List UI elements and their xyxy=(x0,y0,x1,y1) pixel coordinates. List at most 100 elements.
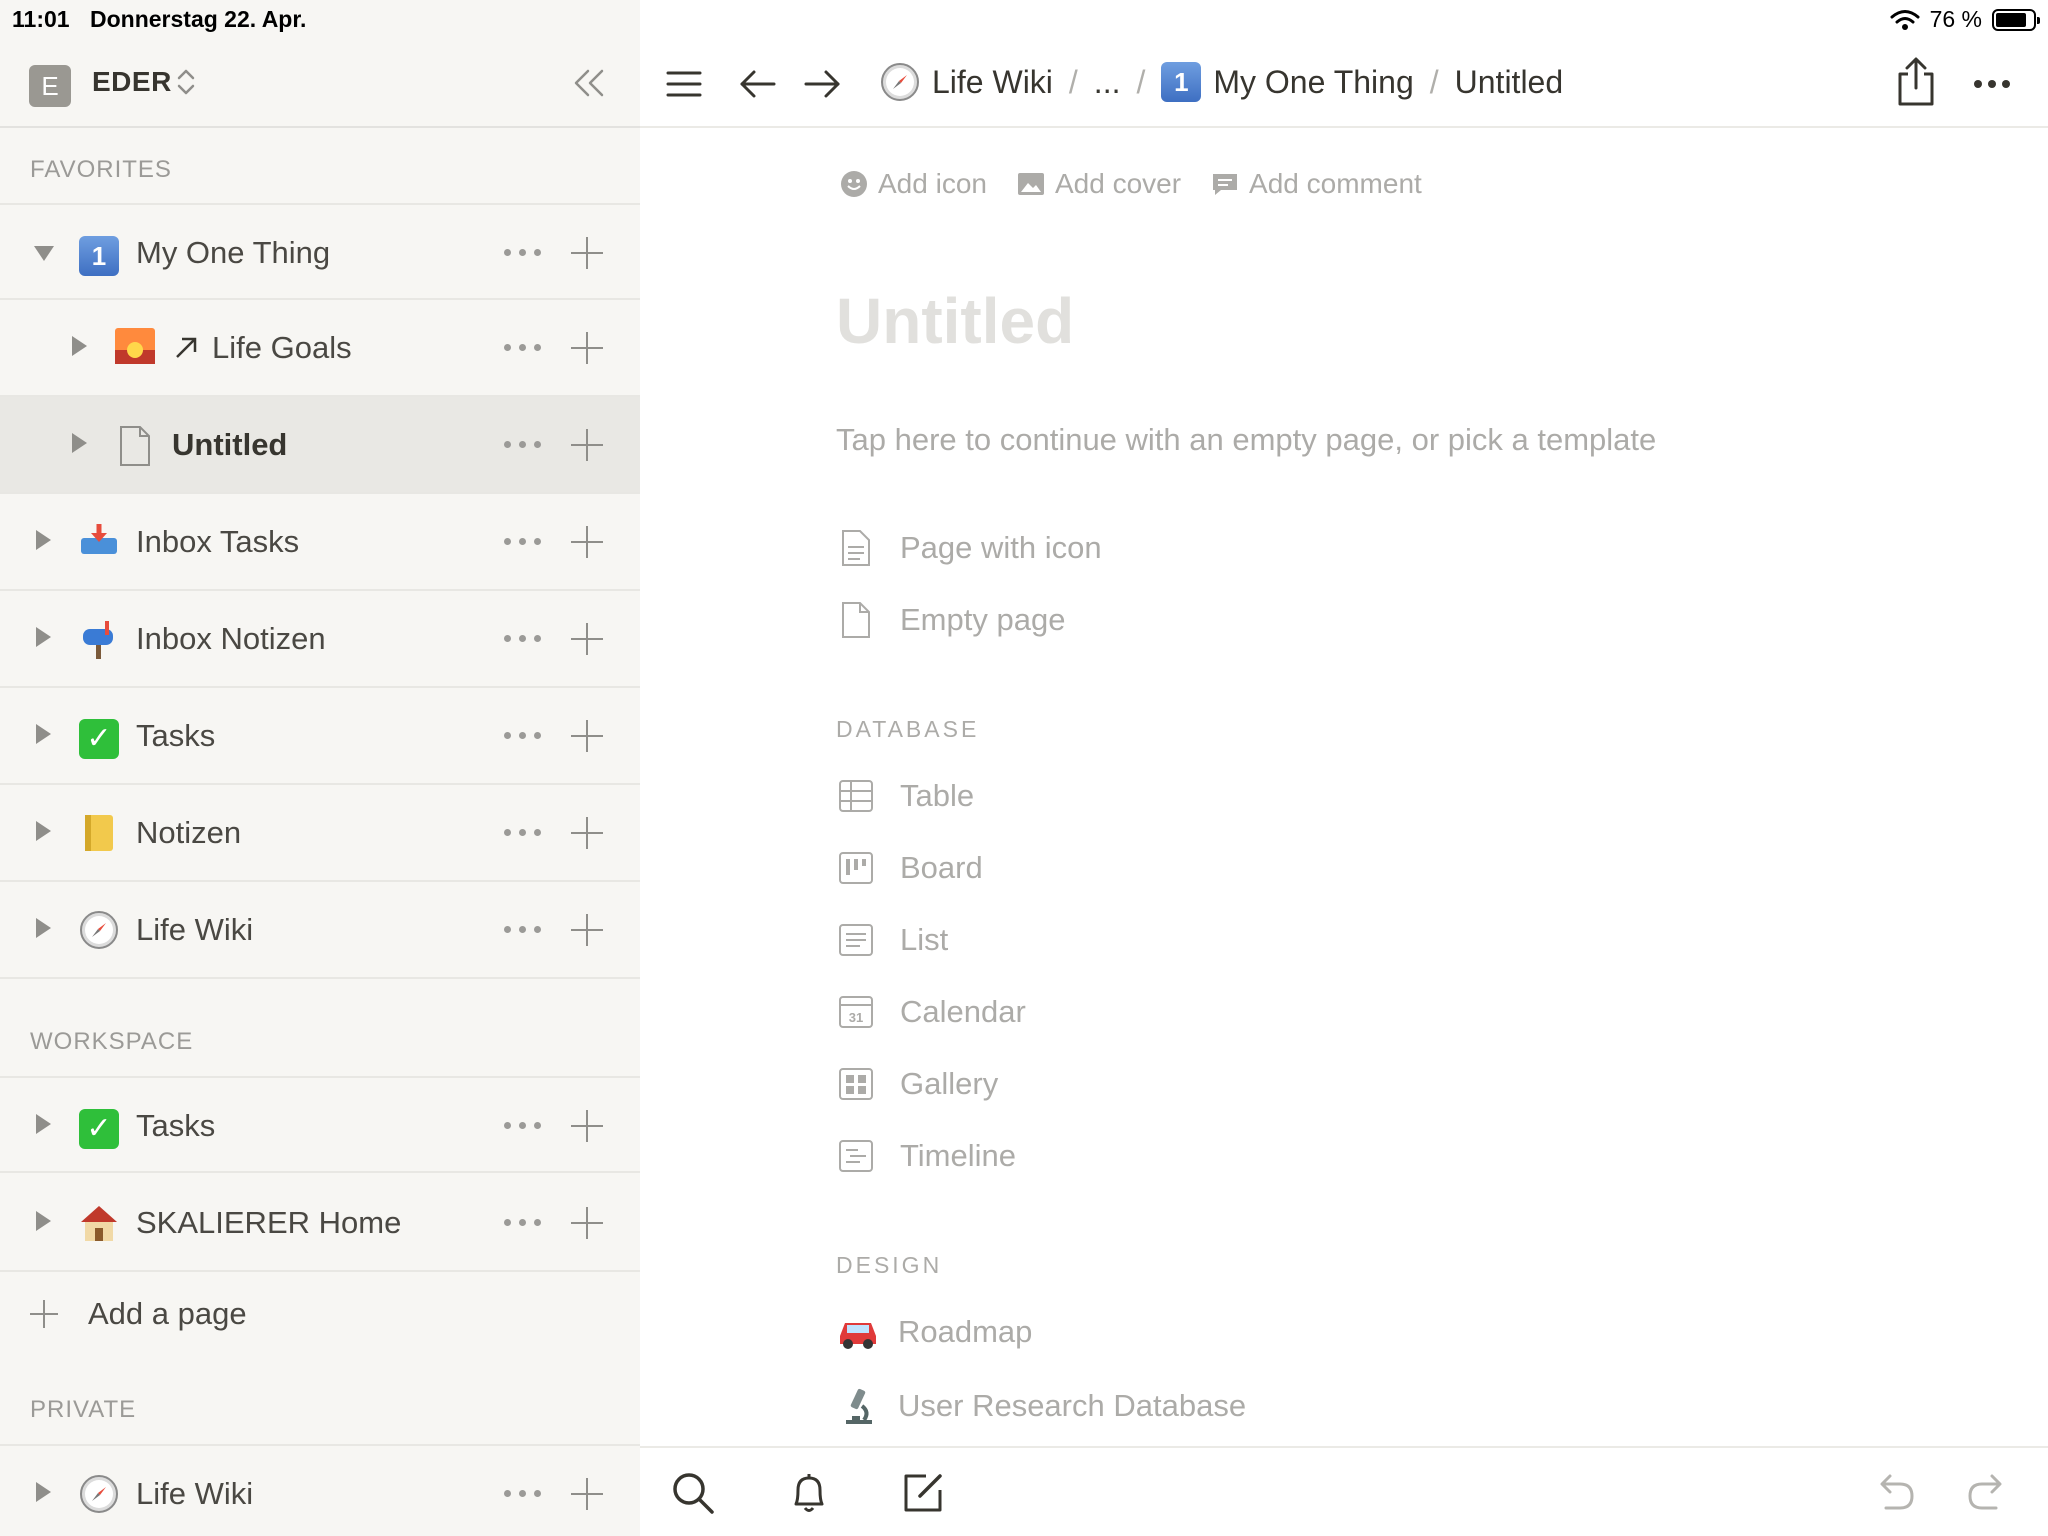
chevron-up-down-icon[interactable] xyxy=(176,66,196,98)
sidebar-item-life-goals[interactable]: Life Goals xyxy=(0,300,640,397)
date: Donnerstag 22. Apr. xyxy=(90,6,307,32)
sidebar-item-private-life-wiki[interactable]: Life Wiki xyxy=(0,1444,640,1536)
caret-right-icon[interactable] xyxy=(72,433,87,453)
caret-down-icon[interactable] xyxy=(34,246,54,261)
more-icon[interactable] xyxy=(504,1116,542,1136)
undo-icon[interactable] xyxy=(1870,1470,1916,1516)
collapse-sidebar-icon[interactable] xyxy=(572,68,606,98)
caret-right-icon[interactable] xyxy=(36,821,51,841)
sidebar-item-label: Life Wiki xyxy=(136,1476,254,1511)
caret-right-icon[interactable] xyxy=(36,530,51,550)
breadcrumb-untitled[interactable]: Untitled xyxy=(1455,64,1564,101)
more-options-icon[interactable] xyxy=(1970,62,2014,106)
sidebar-item-skalierer-home[interactable]: SKALIERER Home xyxy=(0,1175,640,1272)
breadcrumb-life-wiki[interactable]: Life Wiki xyxy=(932,64,1053,101)
page-actions: Add icon Add cover Add comment xyxy=(840,168,1422,200)
mailbox-icon xyxy=(78,619,120,661)
add-icon[interactable] xyxy=(571,526,603,558)
more-icon[interactable] xyxy=(504,629,542,649)
template-list[interactable]: List xyxy=(838,922,948,958)
template-board[interactable]: Board xyxy=(838,850,983,886)
add-icon[interactable] xyxy=(571,914,603,946)
caret-right-icon[interactable] xyxy=(36,918,51,938)
add-icon-label: Add icon xyxy=(878,168,987,199)
add-comment-label: Add comment xyxy=(1249,168,1422,199)
search-icon[interactable] xyxy=(670,1470,716,1516)
template-label: Page with icon xyxy=(900,530,1102,565)
private-heading: PRIVATE xyxy=(30,1396,137,1423)
add-icon[interactable] xyxy=(571,720,603,752)
more-icon[interactable] xyxy=(504,920,542,940)
breadcrumb-ellipsis[interactable]: ... xyxy=(1094,64,1121,101)
template-calendar[interactable]: 31 Calendar xyxy=(838,994,1026,1030)
add-icon[interactable] xyxy=(571,1110,603,1142)
sidebar-item-tasks[interactable]: ✓ Tasks xyxy=(0,688,640,785)
add-page-button[interactable]: Add a page xyxy=(0,1274,640,1354)
template-hint[interactable]: Tap here to continue with an empty page,… xyxy=(836,422,1656,458)
status-bar: 11:01 Donnerstag 22. Apr. 76 % xyxy=(0,0,2048,40)
sunrise-icon xyxy=(114,328,156,370)
add-cover-button[interactable]: Add cover xyxy=(1017,168,1181,200)
sidebar-item-label: Inbox Notizen xyxy=(136,621,326,656)
more-icon[interactable] xyxy=(504,1484,542,1504)
workspace-name[interactable]: EDER xyxy=(92,66,172,98)
add-icon[interactable] xyxy=(571,1478,603,1510)
sidebar-item-inbox-tasks[interactable]: Inbox Tasks xyxy=(0,494,640,591)
template-page-with-icon[interactable]: Page with icon xyxy=(838,530,1102,566)
template-label: Roadmap xyxy=(898,1314,1033,1349)
add-icon[interactable] xyxy=(571,817,603,849)
add-comment-button[interactable]: Add comment xyxy=(1211,168,1422,200)
calendar-icon: 31 xyxy=(839,996,873,1028)
breadcrumb-my-one-thing[interactable]: My One Thing xyxy=(1213,64,1413,101)
menu-icon[interactable] xyxy=(662,62,706,106)
template-gallery[interactable]: Gallery xyxy=(838,1066,998,1102)
sidebar-item-inbox-notizen[interactable]: Inbox Notizen xyxy=(0,591,640,688)
add-icon[interactable] xyxy=(571,429,603,461)
template-empty-page[interactable]: Empty page xyxy=(838,602,1065,638)
caret-right-icon[interactable] xyxy=(36,1482,51,1502)
redo-icon[interactable] xyxy=(1966,1470,2012,1516)
add-icon[interactable] xyxy=(571,623,603,655)
template-table[interactable]: Table xyxy=(838,778,974,814)
caret-right-icon[interactable] xyxy=(72,336,87,356)
bell-icon[interactable] xyxy=(786,1470,832,1516)
main-content: Life Wiki / ... / 1 My One Thing / Untit… xyxy=(640,0,2048,1536)
more-icon[interactable] xyxy=(504,243,542,263)
workspace-header[interactable]: E EDER xyxy=(0,40,640,128)
board-icon xyxy=(839,852,873,884)
sidebar-item-untitled[interactable]: Untitled xyxy=(0,397,640,494)
template-label: Empty page xyxy=(900,602,1066,637)
more-icon[interactable] xyxy=(504,823,542,843)
add-icon[interactable] xyxy=(571,332,603,364)
template-timeline[interactable]: Timeline xyxy=(838,1138,1016,1174)
more-icon[interactable] xyxy=(504,532,542,552)
notebook-icon xyxy=(78,813,120,855)
template-label: Table xyxy=(900,778,975,813)
workspace-avatar: E xyxy=(29,65,71,107)
caret-right-icon[interactable] xyxy=(36,627,51,647)
sidebar-item-my-one-thing[interactable]: 1 My One Thing xyxy=(0,203,640,300)
back-arrow-icon[interactable] xyxy=(736,62,780,106)
design-heading: DESIGN xyxy=(836,1252,943,1278)
more-icon[interactable] xyxy=(504,435,542,455)
sidebar-item-label: Life Goals xyxy=(212,330,352,365)
caret-right-icon[interactable] xyxy=(36,1114,51,1134)
caret-right-icon[interactable] xyxy=(36,1211,51,1231)
page-title[interactable]: Untitled xyxy=(836,284,1074,358)
forward-arrow-icon[interactable] xyxy=(800,62,844,106)
add-icon[interactable] xyxy=(571,1207,603,1239)
template-label: List xyxy=(900,922,949,957)
add-icon-button[interactable]: Add icon xyxy=(840,168,987,200)
compose-icon[interactable] xyxy=(900,1470,946,1516)
more-icon[interactable] xyxy=(504,726,542,746)
caret-right-icon[interactable] xyxy=(36,724,51,744)
more-icon[interactable] xyxy=(504,338,542,358)
more-icon[interactable] xyxy=(504,1213,542,1233)
add-icon[interactable] xyxy=(571,237,603,269)
share-icon[interactable] xyxy=(1894,56,1938,108)
template-user-research-database[interactable]: User Research Database xyxy=(836,1386,1246,1426)
sidebar-item-notizen[interactable]: Notizen xyxy=(0,785,640,882)
sidebar-item-workspace-tasks[interactable]: ✓ Tasks xyxy=(0,1076,640,1173)
template-roadmap[interactable]: Roadmap xyxy=(836,1314,1032,1350)
sidebar-item-life-wiki[interactable]: Life Wiki xyxy=(0,882,640,979)
